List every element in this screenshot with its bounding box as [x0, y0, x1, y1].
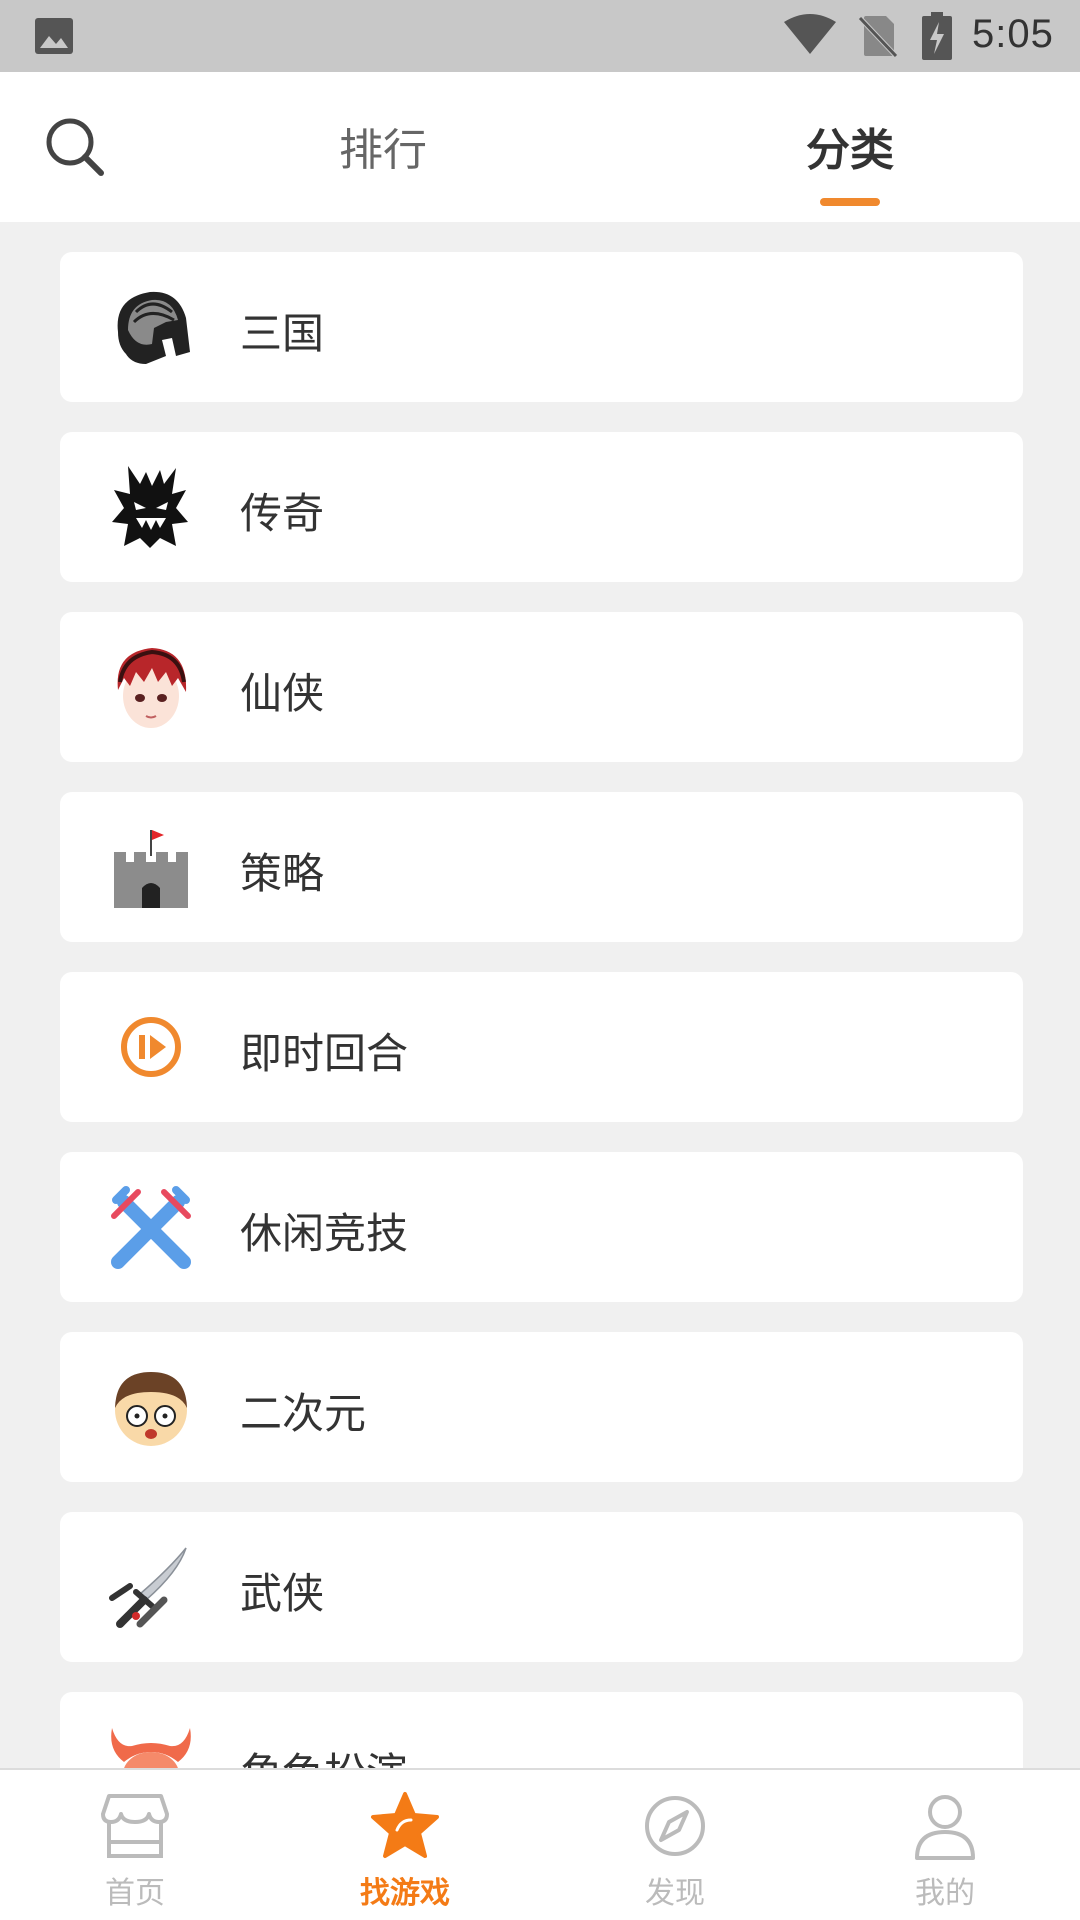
dark-tree-monster-icon — [112, 466, 188, 548]
category-item-legend[interactable]: 传奇 — [60, 432, 1023, 582]
category-item-xianxia[interactable]: 仙侠 — [60, 612, 1023, 762]
wifi-icon — [784, 14, 836, 54]
top-header: 排行 分类 — [0, 72, 1080, 222]
category-label: 传奇 — [240, 489, 325, 538]
crossed-swords-icon — [111, 1186, 191, 1269]
search-icon[interactable] — [44, 116, 106, 178]
category-item-anime[interactable]: 二次元 — [60, 1332, 1023, 1482]
category-label: 仙侠 — [240, 669, 325, 718]
category-label: 武侠 — [240, 1569, 325, 1618]
katana-sword-icon — [109, 1547, 187, 1628]
nav-item-home[interactable]: 首页 — [0, 1770, 270, 1920]
category-label: 三国 — [240, 309, 325, 358]
category-item-wuxia[interactable]: 武侠 — [60, 1512, 1023, 1662]
tab-category[interactable]: 分类 — [750, 114, 950, 184]
star-icon — [371, 1792, 439, 1858]
category-label: 休闲竞技 — [240, 1209, 409, 1258]
category-item-sanguo[interactable]: 三国 — [60, 252, 1023, 402]
screen: 5:05 排行 分类 三国 传奇 仙侠 策略 即时回合 休闲竞技 二次元 武侠 … — [0, 0, 1080, 1920]
play-pause-circle-icon — [121, 1017, 181, 1077]
nav-label-find-games: 找游戏 — [360, 1876, 450, 1911]
gallery-icon — [35, 18, 73, 54]
category-item-casual[interactable]: 休闲竞技 — [60, 1152, 1023, 1302]
spartan-helmet-icon — [117, 291, 190, 364]
category-item-realtime[interactable]: 即时回合 — [60, 972, 1023, 1122]
active-tab-indicator — [820, 198, 880, 206]
tab-rank[interactable]: 排行 — [283, 114, 483, 184]
cartoon-boy-face-icon — [115, 1372, 187, 1446]
nav-label-profile: 我的 — [915, 1876, 975, 1911]
category-label: 策略 — [240, 849, 325, 898]
nav-label-home: 首页 — [105, 1876, 165, 1911]
battery-charging-icon — [922, 12, 952, 60]
category-label: 二次元 — [240, 1389, 367, 1438]
storefront-icon — [101, 1794, 169, 1858]
castle-flag-icon — [114, 830, 188, 908]
nav-item-profile[interactable]: 我的 — [810, 1770, 1080, 1920]
nav-label-discover: 发现 — [645, 1876, 705, 1911]
category-label: 即时回合 — [240, 1029, 409, 1078]
no-sim-icon — [858, 16, 898, 58]
status-bar: 5:05 — [0, 0, 1080, 72]
category-item-strategy[interactable]: 策略 — [60, 792, 1023, 942]
bottom-nav: 首页 找游戏 发现 我的 — [0, 1768, 1080, 1920]
status-time: 5:05 — [972, 12, 1054, 56]
anime-hero-face-icon — [117, 648, 187, 728]
nav-item-find-games[interactable]: 找游戏 — [270, 1770, 540, 1920]
compass-icon — [645, 1796, 705, 1856]
nav-item-discover[interactable]: 发现 — [540, 1770, 810, 1920]
user-icon — [915, 1795, 975, 1860]
